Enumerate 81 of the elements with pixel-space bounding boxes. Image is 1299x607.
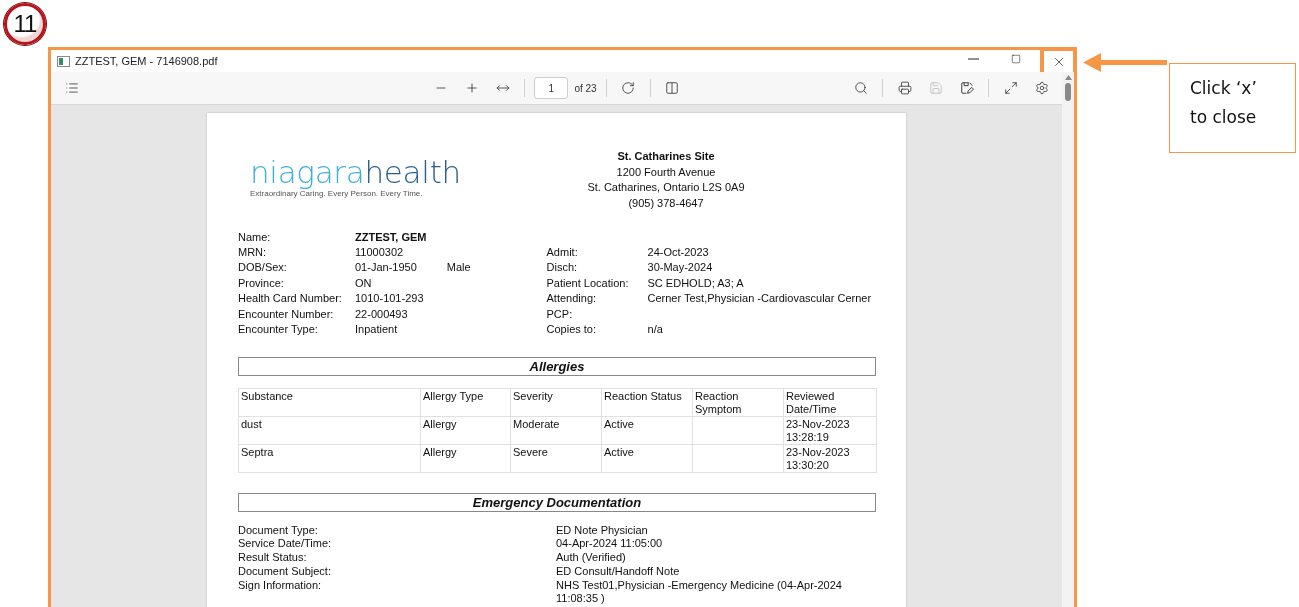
scrollbar[interactable] — [1062, 72, 1074, 607]
table-cell: 23-Nov-2023 13:28:19 — [783, 416, 877, 445]
field-label: DOB/Sex: — [238, 261, 288, 274]
page-count: of 23 — [574, 82, 597, 94]
rotate-icon — [621, 81, 636, 95]
field-label: Result Status: — [238, 551, 308, 565]
field-label: Admit: — [546, 246, 579, 259]
field-value: 04-Apr-2024 11:05:00 — [556, 537, 664, 552]
field-value: n/a — [647, 323, 664, 336]
table-cell: Septra — [238, 444, 421, 473]
column-header: Reaction Symptom — [692, 388, 784, 417]
minimize-icon — [967, 58, 979, 60]
field-value: Male — [446, 261, 471, 274]
column-header: Allergy Type — [420, 388, 511, 417]
field-value: ZZTEST, GEM — [355, 230, 428, 243]
printer-icon — [897, 81, 912, 95]
table-cell: Allergy — [420, 416, 511, 445]
logo-tagline: Extraordinary Caring. Every Person. Every Time. — [250, 189, 424, 198]
site-address-line: St. Catharines, Ontario L2S 0A9 — [587, 180, 745, 195]
table-cell: Active — [601, 444, 693, 473]
step-badge: 11 — [4, 3, 46, 45]
field-label: PCP: — [546, 307, 574, 320]
field-value: ED Consult/Handoff Note — [556, 564, 681, 579]
table-cell: Active — [601, 416, 693, 445]
field-label: Encounter Type: — [238, 323, 319, 336]
field-label: Document Type: — [238, 523, 319, 538]
two-page-icon — [665, 81, 680, 95]
field-value: NHS Test01,Physician -Emergency Medicine (04-Apr-2024 11:08:35 ) — [556, 578, 843, 606]
field-value: 30-May-2024 — [647, 261, 714, 274]
table-cell: dust — [238, 416, 421, 445]
field-value: 24-Oct-2023 — [647, 246, 710, 259]
field-label: MRN: — [238, 246, 268, 259]
column-header: Reviewed Date/Time — [783, 388, 877, 417]
column-header: Severity — [510, 388, 602, 417]
column-header: Substance — [238, 388, 421, 417]
section-heading: Allergies — [238, 356, 876, 376]
field-value: Inpatient — [355, 323, 399, 336]
save-icon — [928, 81, 943, 95]
list-icon — [64, 81, 79, 95]
field-label: Health Card Number: — [238, 292, 343, 305]
table-cell: 23-Nov-2023 13:30:20 — [783, 444, 877, 473]
save-pen-icon — [959, 81, 974, 95]
scrollbar-thumb[interactable] — [1065, 83, 1071, 101]
field-value: 22-000493 — [355, 307, 409, 320]
field-label: Disch: — [546, 261, 579, 274]
field-label: Document Subject: — [238, 564, 332, 579]
window-title: ZZTEST, GEM - 7146908.pdf — [75, 55, 218, 67]
scroll-up-icon — [1064, 75, 1072, 80]
maximize-icon — [1011, 54, 1021, 64]
table-cell: Moderate — [510, 416, 602, 445]
field-label: Name: — [238, 230, 272, 243]
callout-text: Click ‘x’ to close — [1190, 77, 1258, 129]
site-address-line: 1200 Fourth Avenue — [616, 164, 716, 180]
field-label: Copies to: — [546, 323, 598, 336]
plus-icon — [464, 81, 479, 95]
field-value: 01-Jan-1950 — [355, 261, 417, 274]
field-value: ED Note Physician — [556, 523, 649, 538]
field-label: Service Date/Time: — [238, 537, 333, 552]
field-label: Sign Information: — [238, 578, 323, 593]
table-cell: Severe — [510, 444, 602, 473]
field-label: Attending: — [546, 292, 598, 305]
logo-wordmark: niagarahealth — [250, 157, 461, 187]
site-address-line: (905) 378-4647 — [628, 195, 704, 211]
expand-icon — [1003, 81, 1018, 95]
column-header: Reaction Status — [601, 388, 693, 417]
table-cell: Allergy — [420, 444, 511, 473]
field-value: 1010-101-293 — [355, 292, 425, 305]
document-icon — [57, 55, 70, 67]
field-label: Encounter Number: — [238, 307, 335, 320]
field-value: ON — [355, 276, 373, 289]
field-label: Patient Location: — [546, 276, 630, 289]
search-icon — [853, 81, 868, 95]
field-label: Province: — [238, 276, 285, 289]
field-value: Cerner Test,Physician -Cardiovascular Cerner — [647, 292, 873, 305]
site-name: St. Catharines Site — [617, 149, 715, 164]
page-number-field[interactable]: 1 — [534, 77, 569, 99]
section-heading: Emergency Documentation — [238, 492, 876, 512]
field-value: Auth (Verified) — [556, 551, 627, 565]
field-value: SC EDHOLD; A3; A — [647, 276, 745, 289]
settings-icon — [1034, 81, 1049, 95]
field-value: 11000302 — [355, 246, 405, 259]
